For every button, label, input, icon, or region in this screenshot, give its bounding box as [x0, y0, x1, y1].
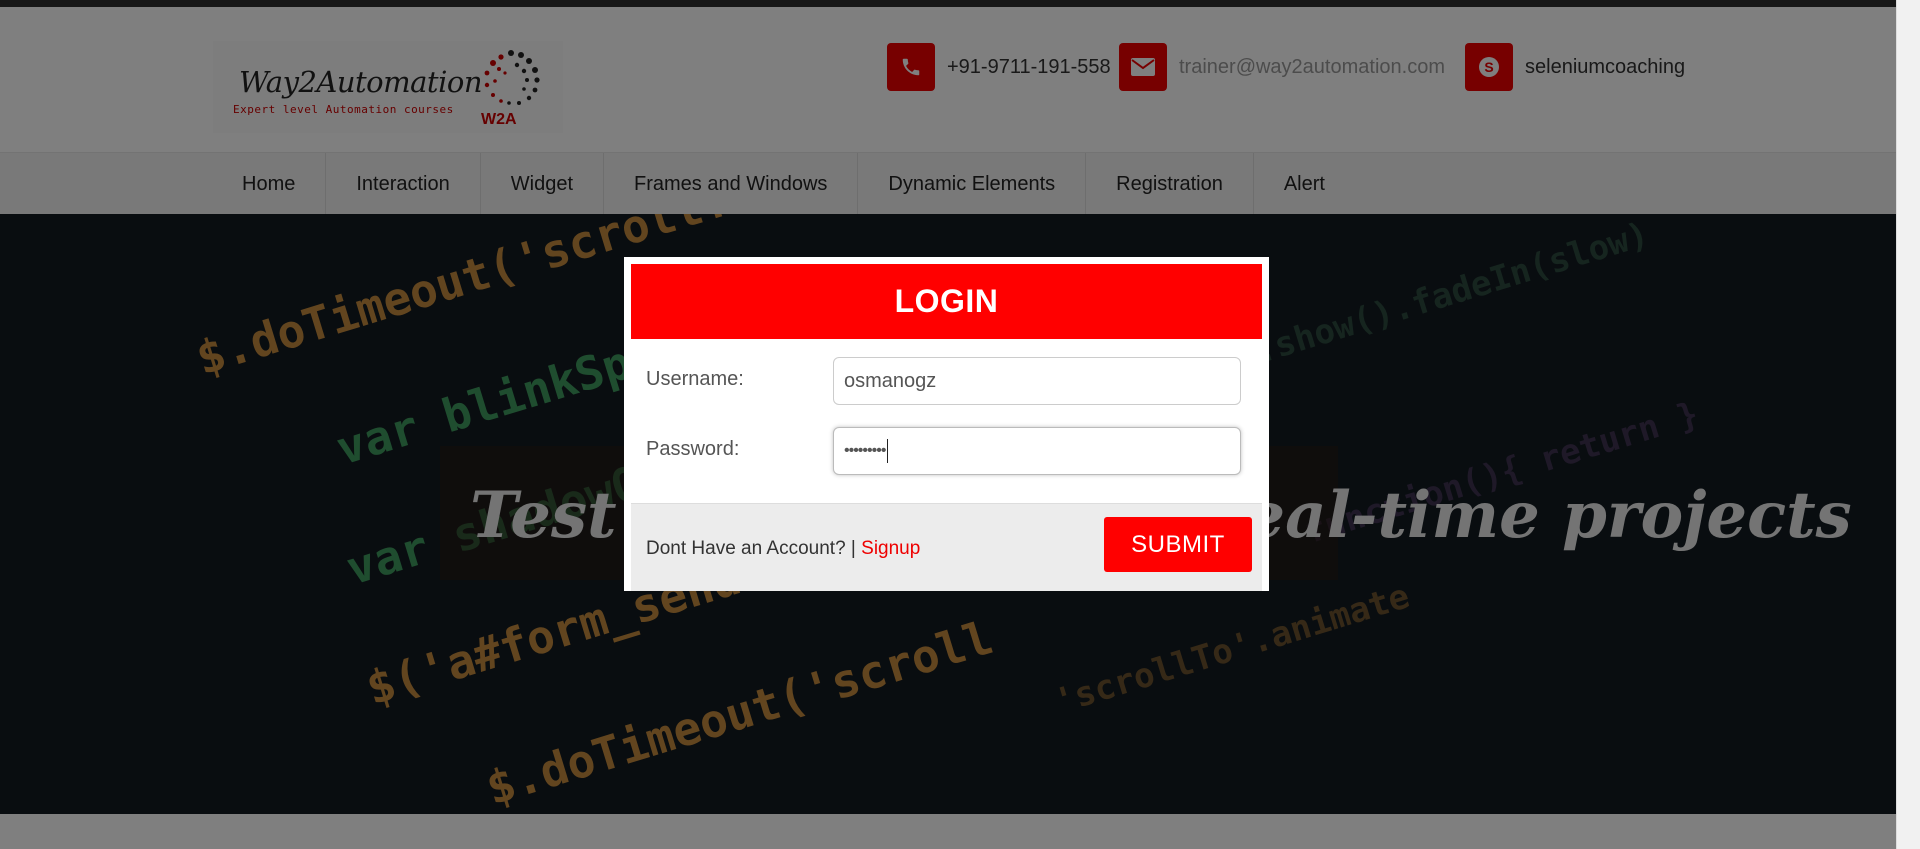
- signup-link[interactable]: Signup: [861, 538, 920, 559]
- login-modal: LOGIN Username: osmanogz Password: •••••…: [624, 257, 1269, 591]
- login-title: LOGIN: [894, 283, 999, 319]
- submit-button[interactable]: SUBMIT: [1104, 517, 1252, 572]
- username-label: Username:: [646, 368, 744, 390]
- account-prompt-text: Dont Have an Account? |: [646, 538, 856, 559]
- login-header: LOGIN: [631, 264, 1262, 339]
- account-prompt: Dont Have an Account? | Signup: [646, 538, 920, 560]
- username-input[interactable]: osmanogz: [833, 357, 1241, 405]
- username-value: osmanogz: [844, 369, 937, 392]
- login-form: Username: osmanogz Password: •••••••••: [631, 339, 1262, 503]
- password-label: Password:: [646, 438, 740, 460]
- password-input[interactable]: •••••••••: [833, 427, 1241, 475]
- text-caret: [887, 439, 889, 463]
- page-scrollbar[interactable]: [1896, 0, 1920, 849]
- password-value: •••••••••: [844, 442, 886, 459]
- login-footer: Dont Have an Account? | Signup SUBMIT: [631, 503, 1262, 591]
